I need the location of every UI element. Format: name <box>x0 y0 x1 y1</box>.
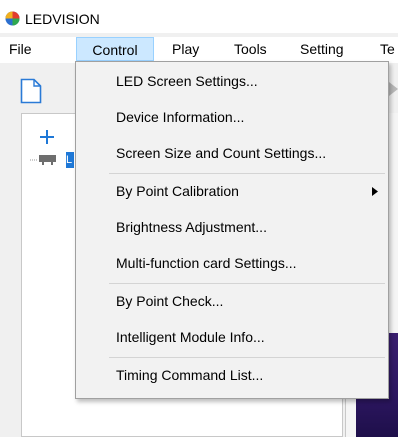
menu-item-timing-command-list[interactable]: Timing Command List... <box>116 366 263 384</box>
menu-item-brightness-adjustment[interactable]: Brightness Adjustment... <box>116 218 267 236</box>
menu-item-by-point-calibration[interactable]: By Point Calibration <box>116 182 239 200</box>
title-bar: LEDVISION <box>0 0 398 33</box>
menu-bar: File Control Play Tools Setting Te <box>0 37 398 63</box>
tree-node[interactable]: L <box>30 152 78 168</box>
tree-node-label: L <box>66 152 74 168</box>
menu-setting[interactable]: Setting <box>300 37 344 61</box>
control-dropdown-menu: LED Screen Settings... Device Informatio… <box>75 61 389 399</box>
menu-item-led-screen-settings[interactable]: LED Screen Settings... <box>116 72 258 90</box>
menu-control[interactable]: Control <box>76 37 154 61</box>
menu-item-intelligent-module-info[interactable]: Intelligent Module Info... <box>116 328 265 346</box>
menu-separator <box>109 357 385 358</box>
new-document-icon[interactable] <box>20 78 42 104</box>
menu-separator <box>109 283 385 284</box>
menu-item-by-point-check[interactable]: By Point Check... <box>116 292 223 310</box>
plus-icon[interactable] <box>39 129 55 145</box>
app-title: LEDVISION <box>25 11 100 27</box>
menu-item-device-information[interactable]: Device Information... <box>116 108 244 126</box>
monitor-node-icon <box>30 155 56 165</box>
toolbar-arrow-icon[interactable] <box>389 82 398 96</box>
menu-te[interactable]: Te <box>380 37 395 61</box>
menu-play[interactable]: Play <box>172 37 199 61</box>
menu-tools[interactable]: Tools <box>234 37 267 61</box>
menu-separator <box>109 173 385 174</box>
menu-file[interactable]: File <box>9 37 32 61</box>
menu-item-screen-size-count[interactable]: Screen Size and Count Settings... <box>116 144 326 162</box>
ledvision-logo-icon <box>5 11 20 26</box>
submenu-arrow-icon <box>372 187 378 196</box>
menu-item-multi-function-card[interactable]: Multi-function card Settings... <box>116 254 297 272</box>
